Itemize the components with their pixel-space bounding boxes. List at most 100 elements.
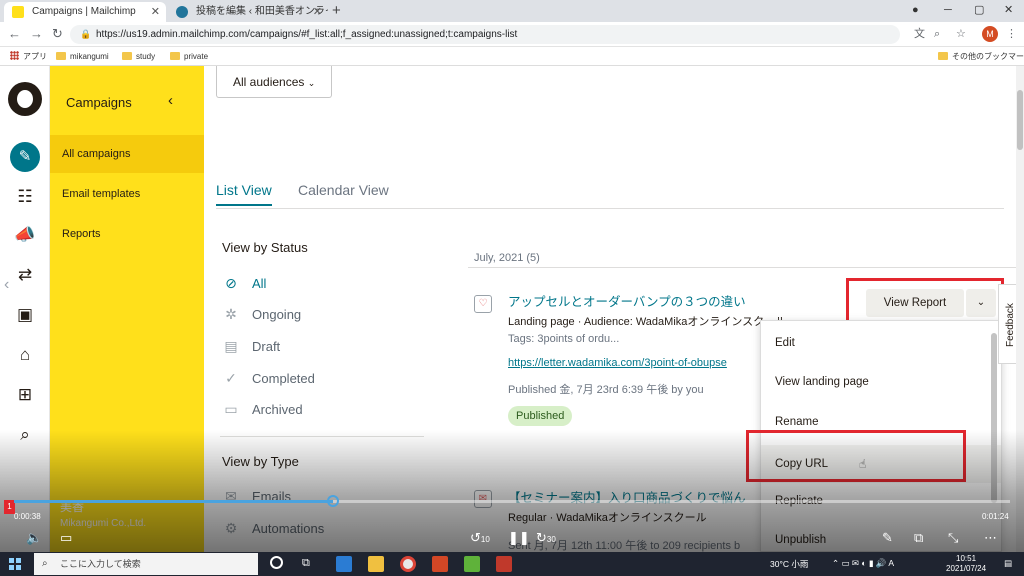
new-tab-icon[interactable]: + [332, 2, 341, 20]
status-filter-ongoing[interactable]: ✲ Ongoing [222, 306, 301, 323]
account-org-name: Mikangumi Co.,Ltd. [60, 518, 147, 529]
bookmark-study[interactable]: study [122, 51, 155, 62]
menu-item-rename[interactable]: Rename [775, 416, 818, 428]
media-control-icon[interactable]: ● [912, 2, 919, 18]
archive-box-icon: ▭ [224, 401, 238, 417]
browser-tab-wordpress[interactable]: 投稿を編集 ‹ 和田美香オンラインスク ✕ [168, 2, 328, 22]
url-field[interactable]: 🔒 https://us19.admin.mailchimp.com/campa… [70, 25, 900, 44]
captions-icon[interactable]: ▭ [60, 530, 72, 546]
pause-icon[interactable]: ❚❚ [508, 530, 530, 546]
tab-list-view[interactable]: List View [216, 182, 272, 206]
reload-icon[interactable]: ↻ [52, 25, 63, 43]
file-explorer-icon[interactable] [368, 556, 384, 572]
tab-calendar-view[interactable]: Calendar View [298, 182, 389, 198]
weather-widget[interactable]: 30°C 小雨 [770, 558, 808, 570]
campaign-published-info: Published 金, 7月 23rd 6:39 午後 by you [508, 384, 704, 396]
status-filter-archived[interactable]: ▭ Archived [222, 401, 302, 418]
task-view-icon[interactable]: ⧉ [302, 557, 310, 570]
exit-fullscreen-icon[interactable]: ⤡ [948, 530, 958, 546]
close-window-icon[interactable]: ✕ [1004, 2, 1013, 18]
skip-forward-icon[interactable]: ↻30 [536, 530, 556, 548]
skip-back-icon[interactable]: ↺10 [470, 530, 490, 548]
search-icon[interactable]: ⌕ [14, 424, 36, 446]
integrations-grid-icon[interactable]: ⊞ [14, 384, 36, 406]
minimize-window-icon[interactable]: ─ [944, 2, 952, 18]
bookmark-private[interactable]: private [170, 51, 208, 62]
maximize-window-icon[interactable]: ▢ [974, 2, 984, 18]
menu-item-edit[interactable]: Edit [775, 337, 795, 349]
camtasia-editor-icon[interactable] [496, 556, 512, 572]
draw-pen-icon[interactable]: ✎ [882, 530, 893, 546]
sidebar-item-all-campaigns[interactable]: All campaigns [50, 135, 204, 173]
tab-title: 投稿を編集 ‹ 和田美香オンラインスク [196, 6, 328, 17]
campaign-tags: Tags: 3points of ordu... [508, 333, 620, 345]
view-report-button[interactable]: View Report [866, 289, 964, 317]
campaign-actions-menu: Edit View landing page Rename Copy URL R… [760, 320, 1002, 552]
picture-in-picture-icon[interactable]: ⧉ [914, 530, 923, 546]
menu-item-unpublish[interactable]: Unpublish [775, 534, 826, 546]
actions-dropdown-toggle[interactable]: ⌄ [966, 289, 996, 317]
translate-icon[interactable]: 文 [914, 26, 925, 42]
video-seek-bar[interactable] [14, 495, 1010, 507]
chrome-icon[interactable] [400, 556, 416, 572]
website-icon[interactable]: ▣ [14, 304, 36, 326]
video-seek-handle[interactable] [326, 495, 339, 507]
audience-icon[interactable]: ☷ [14, 186, 36, 208]
video-end-time: 0:01:24 [982, 512, 1009, 521]
page-scrollbar[interactable] [1016, 66, 1024, 552]
bookmark-mikangumi[interactable]: mikangumi [56, 51, 109, 62]
notifications-icon[interactable]: ▤ [1004, 558, 1012, 569]
mouse-pointer-icon: ☝ [859, 457, 867, 471]
folder-icon [56, 52, 66, 60]
photos-app-icon[interactable] [336, 556, 352, 572]
completed-check-icon: ✓ [225, 370, 237, 386]
menu-scrollbar[interactable] [991, 333, 997, 503]
browser-tab-mailchimp[interactable]: Campaigns | Mailchimp ✕ [4, 2, 166, 22]
windows-start-icon[interactable] [9, 558, 21, 570]
audience-select[interactable]: All audiences ⌄ [216, 66, 332, 98]
megaphone-icon[interactable]: 📣 [14, 224, 36, 246]
volume-icon[interactable]: 🔈 [26, 530, 42, 546]
bookmark-other[interactable]: その他のブックマーク [938, 51, 1024, 62]
bookmark-star-icon[interactable]: ☆ [956, 26, 966, 42]
menu-item-view-landing-page[interactable]: View landing page [775, 376, 869, 388]
status-badge: Published [508, 406, 573, 426]
mailchimp-logo-icon[interactable] [8, 82, 42, 116]
filter-divider [220, 436, 424, 437]
profile-avatar[interactable]: M [982, 26, 998, 42]
taskbar-search-box[interactable]: ⌕ ここに入力して検索 [34, 553, 258, 575]
close-tab-icon[interactable]: ✕ [313, 2, 322, 22]
sidebar-item-email-templates[interactable]: Email templates [50, 175, 204, 213]
taskbar-clock[interactable]: 10:51 2021/07/24 [946, 554, 986, 574]
menu-item-copy-url[interactable]: Copy URL [761, 445, 1001, 483]
system-tray-icons[interactable]: ⌃ ▭ ✉ ◐ ▮ 🔊 A [832, 558, 894, 569]
landing-page-url-link[interactable]: https://letter.wadamika.com/3point-of-ob… [508, 357, 727, 369]
automation-icon[interactable]: ⇄ [14, 264, 36, 286]
address-bar: ← → ↻ 🔒 https://us19.admin.mailchimp.com… [0, 22, 1024, 47]
cortana-icon[interactable] [270, 556, 283, 569]
bookmark-apps[interactable]: アプリ [10, 51, 47, 62]
chevron-left-icon[interactable]: ‹ [4, 276, 9, 294]
browser-menu-icon[interactable]: ⋮ [1006, 26, 1017, 42]
automation-gear-icon: ⚙ [224, 520, 238, 536]
pencil-icon[interactable]: ✎ [10, 142, 40, 172]
status-filter-all[interactable]: ⊘ All [222, 275, 266, 292]
back-arrow-icon[interactable]: ← [8, 25, 21, 43]
content-studio-icon[interactable]: ⌂ [14, 344, 36, 366]
campaign-title[interactable]: 【セミナー案内】入り口商品づくりで悩ん [508, 487, 746, 506]
close-tab-icon[interactable]: ✕ [151, 2, 160, 22]
campaign-meta: Regular · WadaMikaオンラインスクール [508, 512, 707, 524]
zoom-icon[interactable]: ⌕ [934, 26, 940, 42]
more-options-icon[interactable]: ⋯ [984, 530, 997, 546]
campaign-title[interactable]: アップセルとオーダーバンプの３つの違い [508, 291, 746, 310]
forward-arrow-icon[interactable]: → [30, 25, 43, 43]
status-filter-completed[interactable]: ✓ Completed [222, 370, 315, 387]
sidebar-item-reports[interactable]: Reports [50, 215, 204, 253]
bookmarks-bar: アプリ mikangumi study private その他のブックマーク [0, 47, 1024, 66]
camtasia-recorder-icon[interactable] [464, 556, 480, 572]
status-filter-draft[interactable]: ▤ Draft [222, 338, 280, 355]
powerpoint-icon[interactable] [432, 556, 448, 572]
collapse-sidebar-icon[interactable]: ‹ [168, 92, 173, 109]
campaign-meta: Landing page · Audience: WadaMikaオンラインスク… [508, 316, 787, 328]
type-filter-automations[interactable]: ⚙ Automations [222, 520, 325, 537]
